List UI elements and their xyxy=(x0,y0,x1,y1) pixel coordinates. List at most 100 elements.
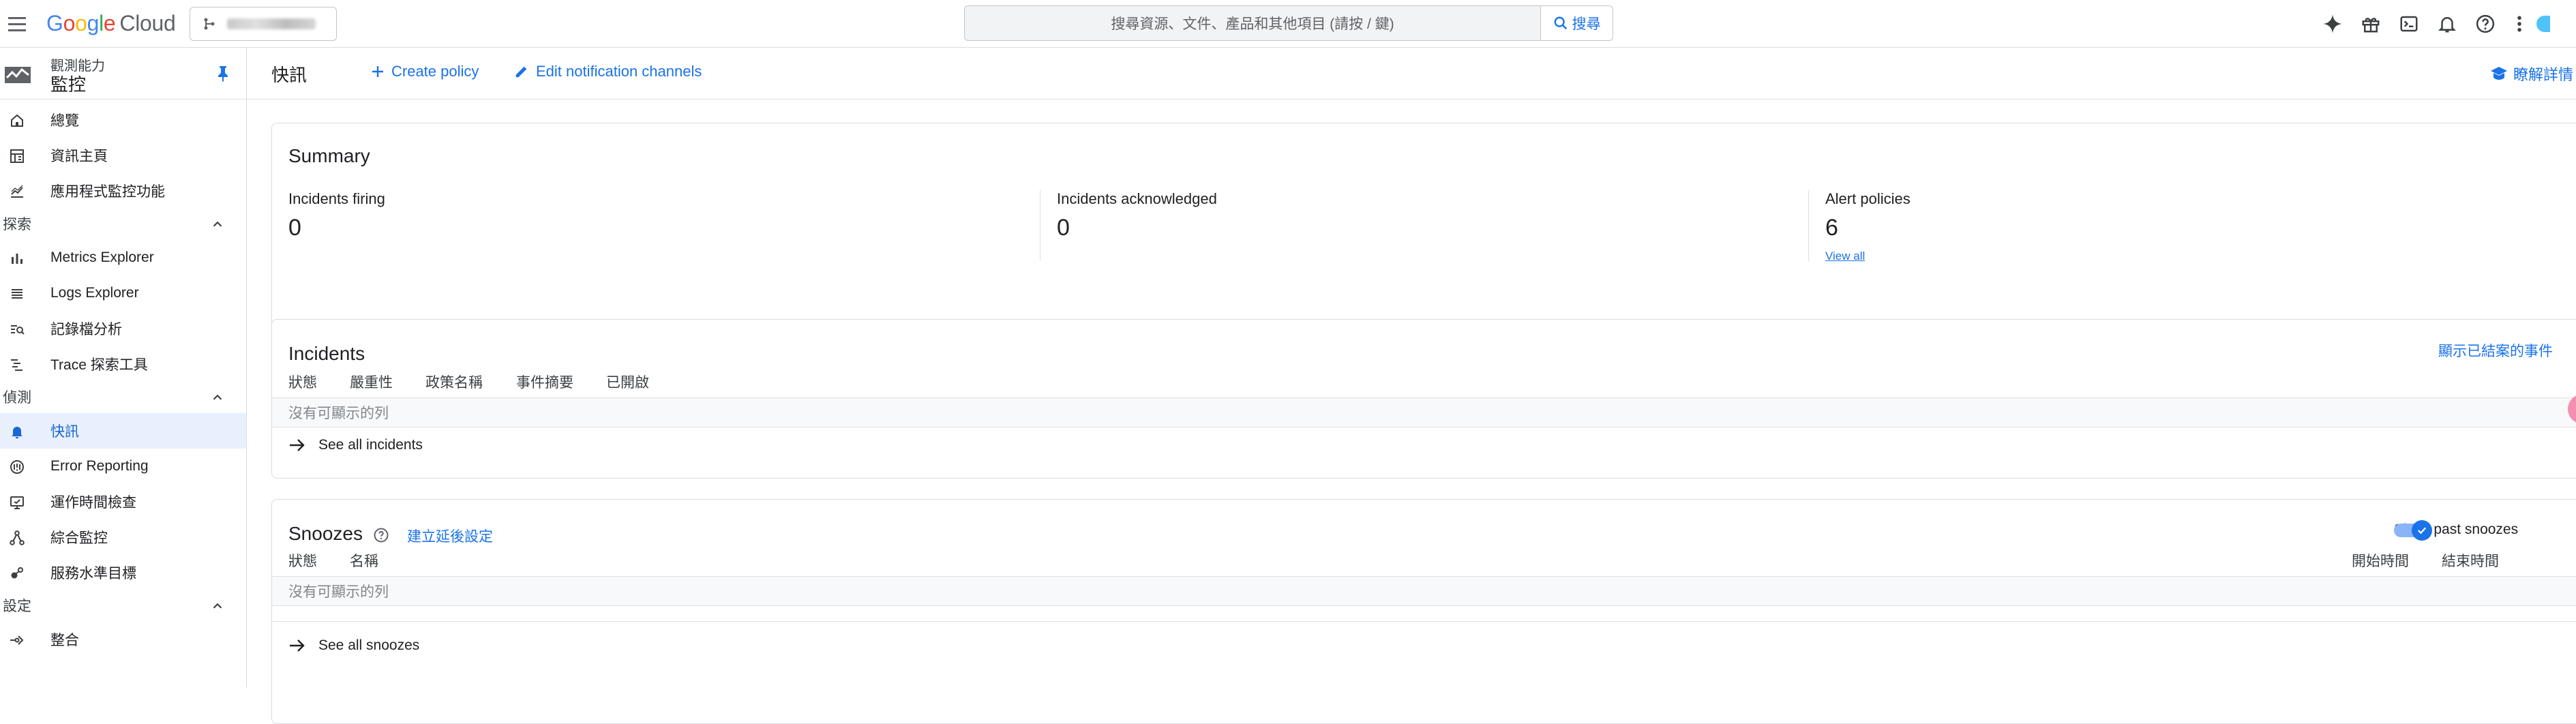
column-header[interactable]: 狀態 xyxy=(288,372,317,392)
empty-message: 沒有可顯示的列 xyxy=(288,406,389,421)
sidebar-item-uptime-checks[interactable]: 運作時間檢查 xyxy=(0,484,246,519)
sidebar-item-error-reporting[interactable]: Error Reporting xyxy=(0,449,246,484)
sidebar-item-metrics-explorer[interactable]: Metrics Explorer xyxy=(0,240,246,275)
page-toolbar: 快訊 Create policy Edit notification chann… xyxy=(247,48,2576,100)
see-all-incidents-link[interactable]: See all incidents xyxy=(288,437,423,453)
sidebar-section-label: 探索 xyxy=(3,217,31,232)
bar-chart-icon xyxy=(8,250,26,267)
add-icon xyxy=(372,66,383,77)
incidents-empty-row: 沒有可顯示的列 xyxy=(272,397,2576,427)
sidebar-item-label: Logs Explorer xyxy=(50,285,139,301)
sidebar-item-dashboards[interactable]: 資訊主頁 xyxy=(0,138,246,173)
uptime-icon xyxy=(8,494,26,511)
logo-letter: o xyxy=(75,11,87,35)
incidents-acknowledged-stat: Incidents acknowledged 0 xyxy=(1057,190,1807,261)
search-icon xyxy=(1554,16,1567,30)
more-vert-icon[interactable] xyxy=(2509,10,2530,38)
main-menu-button[interactable] xyxy=(5,12,30,36)
see-all-snoozes-label: See all snoozes xyxy=(318,637,420,653)
logo-letter: e xyxy=(103,11,116,35)
sidebar-item-integrations[interactable]: 整合 xyxy=(0,622,246,657)
column-header[interactable]: 已開啟 xyxy=(606,372,649,392)
column-header[interactable]: 政策名稱 xyxy=(425,372,483,392)
error-reporting-icon xyxy=(8,458,26,476)
column-header[interactable]: 名稱 xyxy=(350,550,378,571)
sidebar-item-slo[interactable]: 服務水準目標 xyxy=(0,555,246,590)
app-monitoring-icon xyxy=(8,183,26,200)
sidebar-item-overview[interactable]: 總覽 xyxy=(0,102,246,138)
toggle-switch[interactable] xyxy=(2394,520,2432,541)
sidebar-item-label: Metrics Explorer xyxy=(50,250,154,265)
snoozes-divider xyxy=(272,621,2576,622)
search-bar[interactable]: 搜尋資源、文件、產品和其他項目 (請按 / 鍵) 搜尋 xyxy=(964,5,1613,41)
column-header[interactable]: 事件摘要 xyxy=(516,372,573,392)
edit-notification-channels-button[interactable]: Edit notification channels xyxy=(514,63,702,80)
account-avatar[interactable] xyxy=(2536,16,2550,32)
see-all-snoozes-link[interactable]: See all snoozes xyxy=(288,637,419,654)
summary-title: Summary xyxy=(288,145,370,166)
search-input[interactable]: 搜尋資源、文件、產品和其他項目 (請按 / 鍵) xyxy=(965,6,1540,40)
incidents-acknowledged-label: Incidents acknowledged xyxy=(1057,190,1217,207)
show-closed-incidents-link[interactable]: 顯示已結案的事件 xyxy=(2438,340,2553,361)
view-all-policies-link[interactable]: View all xyxy=(1825,250,2575,263)
learn-more-label: 瞭解詳情 xyxy=(2513,66,2574,83)
snoozes-title: Snoozes xyxy=(288,523,363,544)
show-past-snoozes-toggle[interactable]: Show past snoozes xyxy=(2394,520,2518,541)
create-policy-button[interactable]: Create policy xyxy=(371,63,479,80)
alert-policies-label: Alert policies xyxy=(1825,190,1911,207)
logo-letter: o xyxy=(63,11,76,35)
product-name: 監控 xyxy=(50,74,87,95)
sidebar-item-label: 綜合監控 xyxy=(50,530,108,546)
create-snooze-link[interactable]: 建立延後設定 xyxy=(407,526,493,546)
bell-icon xyxy=(8,423,26,440)
cloud-shell-icon[interactable] xyxy=(2395,10,2423,38)
incidents-acknowledged-value: 0 xyxy=(1057,215,1070,241)
learn-more-link[interactable]: 瞭解詳情 xyxy=(2490,63,2573,85)
incidents-firing-value: 0 xyxy=(288,215,301,241)
help-icon[interactable] xyxy=(373,527,389,547)
column-header[interactable]: 狀態 xyxy=(288,550,317,571)
sidebar-item-log-analytics[interactable]: 記錄檔分析 xyxy=(0,311,246,346)
column-header[interactable]: 結束時間 xyxy=(2442,550,2499,571)
arrow-right-icon xyxy=(290,439,305,451)
sidebar-item-alerting[interactable]: 快訊 xyxy=(0,413,246,449)
sidebar-item-label: 服務水準目標 xyxy=(50,566,136,582)
sidebar-item-synthetic-monitoring[interactable]: 綜合監控 xyxy=(0,519,246,555)
gift-icon[interactable] xyxy=(2356,10,2385,38)
sidebar: 觀測能力 監控 總覽 資訊主頁 應用程式監控功能 探索 Metrics Expl… xyxy=(0,48,247,687)
create-policy-label: Create policy xyxy=(391,63,479,80)
sidebar-item-label: 運作時間檢查 xyxy=(50,495,136,511)
slo-icon xyxy=(8,564,26,582)
sidebar-section-explore[interactable]: 探索 xyxy=(0,207,246,240)
incidents-firing-stat: Incidents firing 0 xyxy=(288,190,1038,261)
sidebar-item-label: 記錄檔分析 xyxy=(50,322,122,337)
chevron-up-icon xyxy=(210,599,225,617)
search-button[interactable]: 搜尋 xyxy=(1540,6,1613,40)
notifications-icon[interactable] xyxy=(2433,10,2461,38)
sidebar-item-logs-explorer[interactable]: Logs Explorer xyxy=(0,275,246,311)
sidebar-item-trace-explorer[interactable]: Trace 探索工具 xyxy=(0,346,246,382)
check-icon xyxy=(2412,520,2432,541)
snoozes-table-header: 狀態 名稱 開始時間 結束時間 xyxy=(272,545,2576,576)
incidents-card: Incidents 顯示已結案的事件 狀態 嚴重性 政策名稱 事件摘要 已開啟 … xyxy=(271,319,2576,479)
sidebar-section-config[interactable]: 設定 xyxy=(0,589,246,622)
pin-icon[interactable] xyxy=(215,65,230,85)
edit-channels-label: Edit notification channels xyxy=(536,63,702,80)
monitoring-product-icon xyxy=(4,65,31,88)
column-header[interactable]: 開始時間 xyxy=(2352,550,2409,571)
project-picker[interactable] xyxy=(190,7,337,41)
sidebar-item-label: 資訊主頁 xyxy=(50,149,108,164)
google-cloud-logo[interactable]: Google Cloud xyxy=(46,10,176,37)
help-icon[interactable] xyxy=(2471,10,2500,38)
logo-letter: G xyxy=(46,11,63,35)
edit-icon xyxy=(515,66,527,78)
log-analytics-icon xyxy=(8,320,26,338)
column-header[interactable]: 嚴重性 xyxy=(350,372,393,392)
sidebar-section-detect[interactable]: 偵測 xyxy=(0,380,246,413)
gemini-icon[interactable] xyxy=(2318,10,2347,38)
feedback-handle[interactable] xyxy=(2568,394,2576,424)
home-icon xyxy=(8,112,26,130)
sidebar-section-label: 設定 xyxy=(3,599,31,614)
sidebar-item-app-monitoring[interactable]: 應用程式監控功能 xyxy=(0,173,246,209)
page-title: 快訊 xyxy=(271,65,308,85)
